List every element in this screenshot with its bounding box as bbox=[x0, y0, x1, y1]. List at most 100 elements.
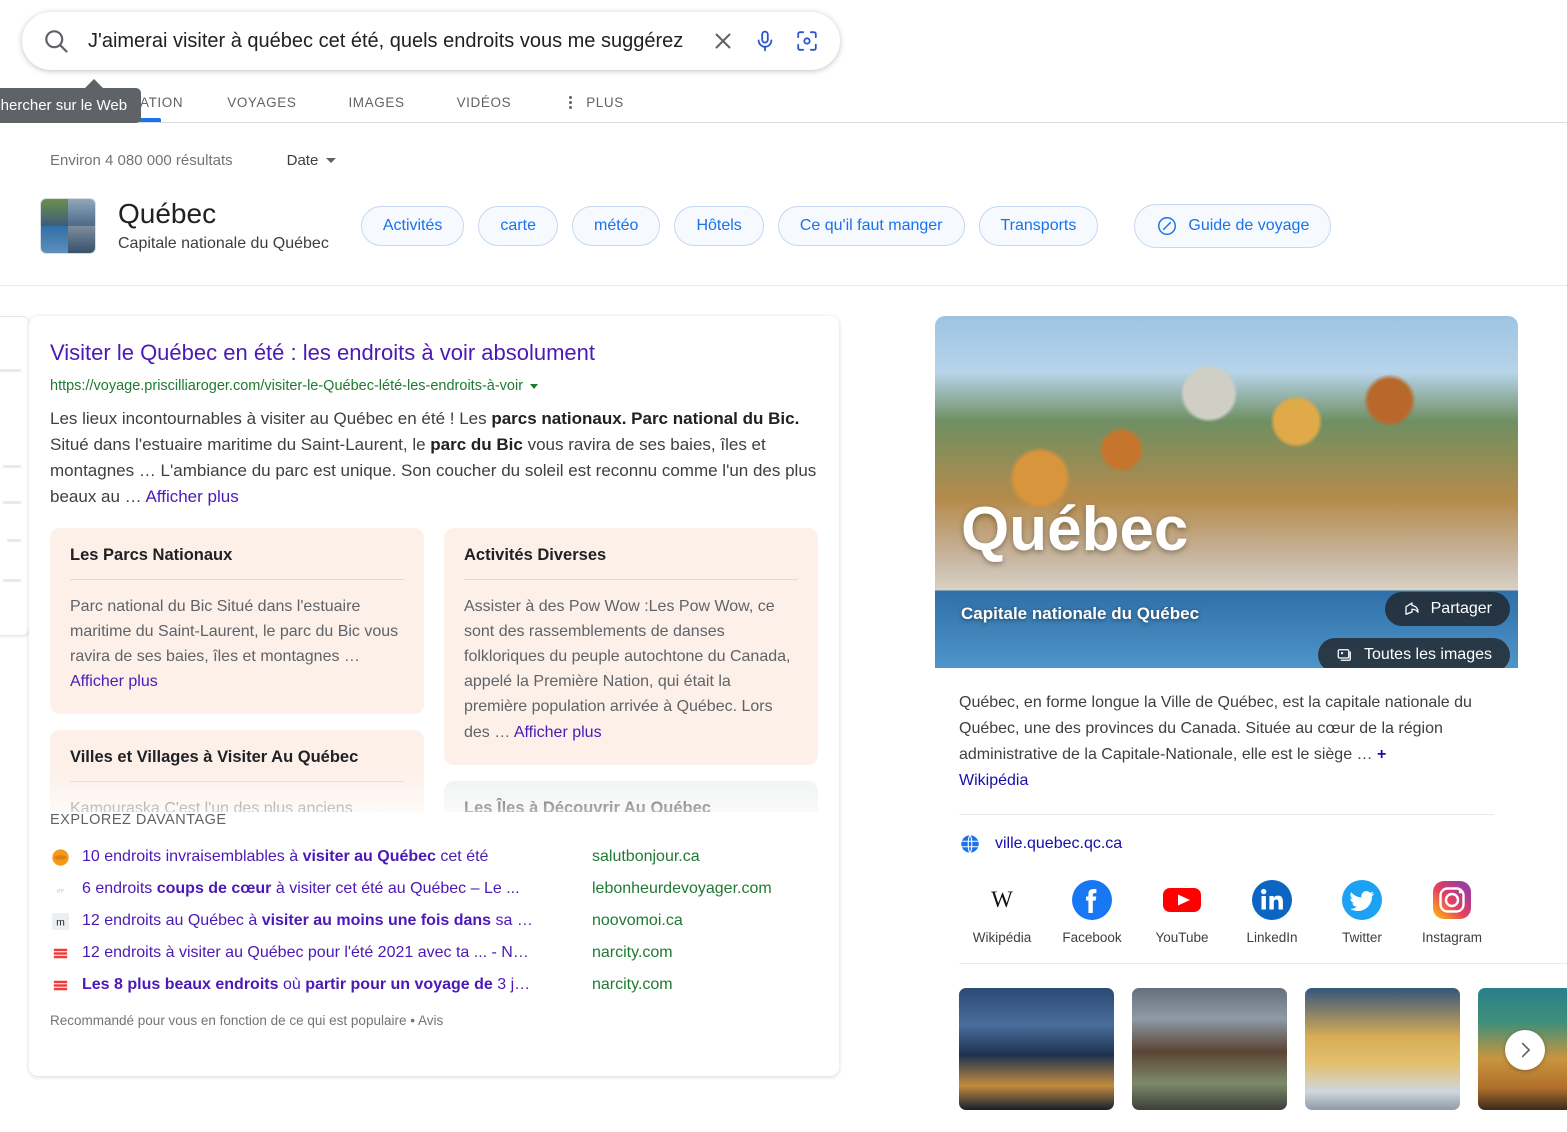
social-link-wikipedia[interactable]: W Wikipédia bbox=[971, 879, 1033, 945]
placeholder-line bbox=[3, 465, 21, 468]
placeholder-line bbox=[3, 501, 21, 504]
social-label: LinkedIn bbox=[1246, 930, 1297, 945]
chip-guide-label: Guide de voyage bbox=[1188, 217, 1309, 235]
linkedin-icon bbox=[1251, 879, 1293, 921]
all-images-button[interactable]: Toutes les images bbox=[1318, 638, 1510, 668]
explore-item-site: salutbonjour.ca bbox=[592, 848, 700, 866]
narcity-favicon bbox=[50, 975, 70, 995]
subcard-divider bbox=[70, 781, 404, 782]
explore-more-heading: EXPLOREZ DAVANTAGE bbox=[50, 812, 818, 828]
kp-social-links: W Wikipédia Facebook YouTube LinkedIn bbox=[935, 855, 1518, 945]
tab-label-images: IMAGES bbox=[348, 95, 404, 110]
image-strip-next-button[interactable] bbox=[1505, 1030, 1545, 1070]
visual-search-icon[interactable] bbox=[792, 26, 822, 56]
results-count: Environ 4 080 000 résultats bbox=[50, 152, 233, 169]
explore-item[interactable]: ev 6 endroits coups de cœur à visiter ce… bbox=[50, 873, 818, 905]
search-tabbar: CONVERSATION VOYAGES IMAGES VIDÉOS PLUS bbox=[0, 82, 1567, 122]
kp-website-link[interactable]: ville.quebec.qc.ca bbox=[935, 815, 1518, 855]
facebook-icon bbox=[1071, 879, 1113, 921]
subcard-show-more[interactable]: Afficher plus bbox=[70, 673, 158, 690]
chip-activites[interactable]: Activités bbox=[361, 206, 465, 246]
header-divider bbox=[0, 285, 1567, 286]
wikipedia-icon: W bbox=[981, 879, 1023, 921]
subcard-title: Les Parcs Nationaux bbox=[70, 546, 404, 565]
snippet-part-bold: parc du Bic bbox=[430, 435, 523, 454]
share-button[interactable]: Partager bbox=[1385, 592, 1510, 626]
kp-thumbnail[interactable] bbox=[1132, 988, 1287, 1110]
tab-images[interactable]: IMAGES bbox=[348, 95, 404, 110]
explore-item[interactable]: 10 endroits invraisemblables à visiter a… bbox=[50, 841, 818, 873]
social-label: Wikipédia bbox=[973, 930, 1032, 945]
explore-item[interactable]: 12 endroits à visiter au Québec pour l'é… bbox=[50, 937, 818, 969]
kp-thumbnail[interactable] bbox=[1305, 988, 1460, 1110]
explore-item[interactable]: m 12 endroits au Québec à visiter au moi… bbox=[50, 905, 818, 937]
chip-meteo[interactable]: météo bbox=[572, 206, 660, 246]
explore-item-site: narcity.com bbox=[592, 976, 673, 994]
kp-description-text: Québec, en forme longue la Ville de Québ… bbox=[959, 694, 1472, 763]
placeholder-line bbox=[0, 369, 21, 372]
subcard-activites-diverses: Activités Diverses Assister à des Pow Wo… bbox=[444, 528, 818, 765]
tab-voyages[interactable]: VOYAGES bbox=[227, 95, 296, 110]
result-title-link[interactable]: Visiter le Québec en été : les endroits … bbox=[50, 340, 595, 366]
background-panel bbox=[0, 316, 30, 636]
chip-hotels[interactable]: Hôtels bbox=[674, 206, 763, 246]
search-bar[interactable] bbox=[22, 12, 840, 70]
kp-hero-title: Québec bbox=[961, 494, 1188, 565]
kp-thumbnail[interactable] bbox=[959, 988, 1114, 1110]
subcard-body: Assister à des Pow Wow :Les Pow Wow, ce … bbox=[464, 594, 798, 745]
date-filter-dropdown[interactable]: Date bbox=[287, 152, 337, 169]
explore-item[interactable]: Les 8 plus beaux endroits où partir pour… bbox=[50, 969, 818, 1001]
social-link-youtube[interactable]: YouTube bbox=[1151, 879, 1213, 945]
social-link-instagram[interactable]: Instagram bbox=[1421, 879, 1483, 945]
chevron-down-icon[interactable] bbox=[530, 384, 538, 389]
explore-text-bold: Les 8 plus beaux endroits bbox=[82, 976, 279, 993]
social-label: Facebook bbox=[1062, 930, 1121, 945]
kp-hero-subtitle: Capitale nationale du Québec bbox=[961, 604, 1199, 624]
results-meta: Environ 4 080 000 résultats Date bbox=[50, 152, 336, 169]
kp-source-link[interactable]: Wikipédia bbox=[959, 772, 1028, 789]
microphone-icon[interactable] bbox=[750, 26, 780, 56]
twitter-icon bbox=[1341, 879, 1383, 921]
tooltip-text: Rechercher sur le Web bbox=[0, 97, 127, 114]
explore-text-part: où bbox=[279, 976, 306, 993]
subcard-body-text: Assister à des Pow Wow :Les Pow Wow, ce … bbox=[464, 598, 790, 741]
chip-carte[interactable]: carte bbox=[478, 206, 558, 246]
kebab-menu-icon bbox=[563, 94, 577, 110]
tab-plus[interactable]: PLUS bbox=[563, 94, 624, 110]
subcard-show-more[interactable]: Afficher plus bbox=[514, 724, 602, 741]
search-web-tooltip: Rechercher sur le Web bbox=[0, 88, 141, 123]
share-button-label: Partager bbox=[1431, 600, 1492, 618]
search-input[interactable] bbox=[88, 30, 696, 53]
chip-ce-quil-faut-manger[interactable]: Ce qu'il faut manger bbox=[778, 206, 965, 246]
explore-text-part: 6 endroits bbox=[82, 880, 157, 897]
chip-transports[interactable]: Transports bbox=[979, 206, 1099, 246]
entity-text: Québec Capitale nationale du Québec bbox=[118, 199, 329, 254]
tab-videos[interactable]: VIDÉOS bbox=[457, 95, 512, 110]
search-icon bbox=[42, 27, 70, 55]
entity-chips: Activités carte météo Hôtels Ce qu'il fa… bbox=[361, 204, 1332, 248]
social-link-twitter[interactable]: Twitter bbox=[1331, 879, 1393, 945]
explore-text-part: 12 endroits à visiter au Québec pour l'é… bbox=[82, 944, 529, 961]
tabbar-divider bbox=[0, 122, 1567, 123]
clear-icon[interactable] bbox=[708, 26, 738, 56]
chevron-down-icon bbox=[326, 158, 336, 163]
entity-thumbnail bbox=[40, 198, 96, 254]
result-url[interactable]: https://voyage.priscilliaroger.com/visit… bbox=[50, 378, 538, 394]
entity-header: Québec Capitale nationale du Québec Acti… bbox=[40, 198, 1440, 254]
snippet-part: Situé dans l'estuaire maritime du Saint-… bbox=[50, 435, 430, 454]
compass-icon bbox=[1156, 215, 1178, 237]
instagram-icon bbox=[1431, 879, 1473, 921]
subcard-les-parcs-nationaux: Les Parcs Nationaux Parc national du Bic… bbox=[50, 528, 424, 714]
social-label: Instagram bbox=[1422, 930, 1482, 945]
social-link-linkedin[interactable]: LinkedIn bbox=[1241, 879, 1303, 945]
explore-text-part: 12 endroits au Québec à bbox=[82, 912, 262, 929]
svg-text:ev: ev bbox=[57, 885, 64, 894]
explore-text-bold: partir pour un voyage de bbox=[305, 976, 493, 993]
kp-expand-icon[interactable]: + bbox=[1377, 746, 1386, 763]
chip-guide-de-voyage[interactable]: Guide de voyage bbox=[1134, 204, 1331, 248]
narcity-favicon bbox=[50, 943, 70, 963]
thumb-quadrant bbox=[41, 226, 68, 253]
show-more-link[interactable]: Afficher plus bbox=[145, 487, 238, 506]
social-link-facebook[interactable]: Facebook bbox=[1061, 879, 1123, 945]
thumb-quadrant bbox=[41, 199, 68, 226]
